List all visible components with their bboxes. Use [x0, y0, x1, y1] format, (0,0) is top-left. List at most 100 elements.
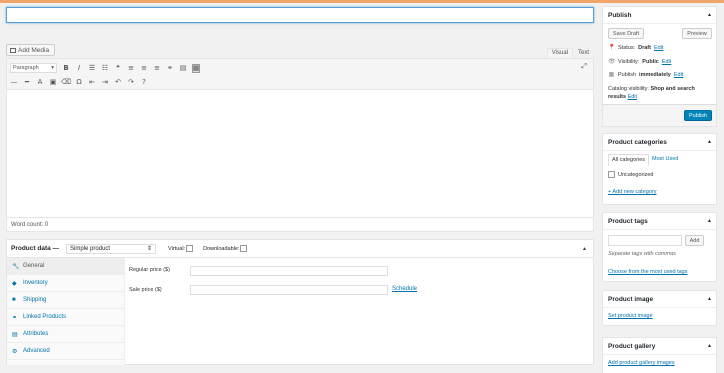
- blockquote-button[interactable]: ❝: [114, 64, 122, 73]
- choose-most-used-tags-link[interactable]: Choose from the most used tags: [608, 269, 687, 275]
- tab-advanced[interactable]: ⚙ Advanced: [7, 343, 124, 360]
- product-data-header: Product data — Simple product ⇕ Virtual:…: [7, 240, 593, 258]
- tab-attributes[interactable]: ▤ Attributes: [7, 326, 124, 343]
- categories-box: Product categories ▲ All categories Most…: [602, 133, 717, 205]
- regular-price-label: Regular price ($): [129, 267, 170, 273]
- add-media-button[interactable]: Add Media: [6, 44, 56, 56]
- bullet-list-button[interactable]: ☰: [88, 64, 96, 73]
- tab-visual[interactable]: Visual: [546, 48, 573, 58]
- visibility-row: 👁 Visibility: Public Edit: [608, 58, 671, 66]
- align-center-button[interactable]: ≡: [140, 64, 148, 73]
- link-icon: ⚭: [12, 314, 18, 321]
- publish-footer: Publish: [603, 104, 716, 126]
- downloadable-option: Downloadable:: [203, 245, 248, 252]
- publish-box: Publish ▲ Save Draft Preview 📍 Status: D…: [602, 6, 717, 127]
- tags-header: Product tags ▲: [603, 213, 716, 230]
- tab-linked-products[interactable]: ⚭ Linked Products: [7, 309, 124, 326]
- collapse-toggle-icon[interactable]: ▲: [707, 218, 712, 224]
- fullscreen-icon[interactable]: ⤢: [581, 63, 587, 71]
- bold-button[interactable]: B: [62, 64, 70, 73]
- increase-indent-button[interactable]: ⇥: [101, 78, 109, 87]
- product-image-header: Product image ▲: [603, 291, 716, 308]
- catalog-visibility-row: Catalog visibility: Shop and search resu…: [608, 85, 713, 101]
- collapse-toggle-icon[interactable]: ▲: [707, 12, 712, 18]
- eye-icon: 👁: [608, 59, 616, 65]
- decrease-indent-button[interactable]: ⇤: [88, 78, 96, 87]
- sale-price-input[interactable]: [190, 285, 388, 295]
- toolbar-toggle-button[interactable]: ▦: [192, 63, 200, 73]
- chevron-updown-icon: ⇕: [147, 246, 153, 252]
- virtual-option: Virtual:: [168, 245, 194, 252]
- add-tag-button[interactable]: Add: [685, 235, 704, 246]
- admin-top-bar: [0, 0, 724, 3]
- special-character-button[interactable]: Ω: [75, 78, 83, 87]
- categories-header: Product categories ▲: [603, 134, 716, 151]
- horizontal-line-button[interactable]: ━: [23, 78, 31, 87]
- product-gallery-box: Product gallery ▲ Add product gallery im…: [602, 337, 717, 373]
- collapse-toggle-icon[interactable]: ▲: [707, 139, 712, 145]
- categories-title: Product categories: [608, 138, 667, 146]
- regular-price-input[interactable]: [190, 266, 388, 276]
- align-left-button[interactable]: ≡: [127, 64, 135, 73]
- publish-button[interactable]: Publish: [684, 110, 712, 121]
- wrench-icon: 🔧: [12, 263, 20, 270]
- tab-all-categories[interactable]: All categories: [608, 154, 650, 166]
- visibility-edit-link[interactable]: Edit: [662, 59, 671, 65]
- calendar-icon: ▦: [608, 72, 615, 78]
- undo-button[interactable]: ↶: [114, 78, 122, 87]
- category-tabs: All categories Most Used: [608, 154, 681, 166]
- publish-label: Publish: [618, 71, 637, 78]
- product-image-box: Product image ▲ Set product image: [602, 290, 717, 326]
- tab-shipping[interactable]: ■ Shipping: [7, 292, 124, 309]
- add-gallery-images-link[interactable]: Add product gallery images: [608, 360, 675, 366]
- help-button[interactable]: ?: [140, 78, 148, 87]
- collapse-toggle-icon[interactable]: ▲: [707, 296, 712, 302]
- collapse-toggle-icon[interactable]: ▲: [582, 246, 587, 252]
- category-checkbox[interactable]: [608, 171, 615, 178]
- toolbar-row-1: Paragraph ▾ B I ☰ ☷ ❝ ≡ ≡ ≡ ⚭ ▤ ▦: [10, 62, 200, 74]
- paste-text-button[interactable]: ▣: [49, 78, 57, 87]
- truck-icon: ■: [12, 297, 16, 303]
- collapse-toggle-icon[interactable]: ▲: [707, 343, 712, 349]
- product-data-tab-label: Shipping: [23, 297, 47, 303]
- add-new-category-link[interactable]: + Add new category: [608, 189, 656, 195]
- pin-icon: 📍: [608, 45, 616, 51]
- status-edit-link[interactable]: Edit: [654, 45, 663, 51]
- product-type-select[interactable]: Simple product ⇕: [66, 243, 157, 254]
- set-product-image-link[interactable]: Set product image: [608, 313, 653, 319]
- numbered-list-button[interactable]: ☷: [101, 64, 109, 73]
- publish-header: Publish ▲: [603, 7, 716, 24]
- redo-button[interactable]: ↷: [127, 78, 135, 87]
- publish-edit-link[interactable]: Edit: [674, 72, 683, 78]
- strikethrough-button[interactable]: —: [10, 78, 18, 87]
- tab-most-used[interactable]: Most Used: [649, 154, 681, 166]
- tags-title: Product tags: [608, 217, 648, 225]
- format-select[interactable]: Paragraph ▾: [10, 63, 57, 73]
- virtual-checkbox[interactable]: [186, 245, 194, 252]
- tab-text[interactable]: Text: [573, 48, 594, 58]
- tag-input[interactable]: [608, 235, 682, 246]
- product-gallery-header: Product gallery ▲: [603, 338, 716, 355]
- product-image-title: Product image: [608, 295, 654, 303]
- catalog-edit-link[interactable]: Edit: [628, 94, 637, 100]
- save-draft-button[interactable]: Save Draft: [608, 28, 644, 39]
- tags-hint: Separate tags with commas: [608, 251, 676, 257]
- italic-button[interactable]: I: [75, 64, 83, 73]
- tab-general[interactable]: 🔧 General: [7, 258, 124, 275]
- diamond-icon: ◆: [12, 280, 17, 287]
- insert-link-button[interactable]: ⚭: [166, 64, 174, 73]
- clear-formatting-button[interactable]: ⌫: [61, 78, 71, 87]
- align-right-button[interactable]: ≡: [153, 64, 161, 73]
- gear-icon: ⚙: [12, 348, 18, 355]
- downloadable-checkbox[interactable]: [240, 245, 248, 252]
- preview-button[interactable]: Preview: [682, 28, 712, 39]
- product-title-input[interactable]: [6, 7, 594, 23]
- tags-box: Product tags ▲ Add Separate tags with co…: [602, 212, 717, 282]
- publish-timing-value: immediately: [639, 71, 671, 78]
- chevron-down-icon: ▾: [51, 65, 54, 71]
- tab-inventory[interactable]: ◆ Inventory: [7, 275, 124, 292]
- schedule-link[interactable]: Schedule: [392, 286, 417, 292]
- text-color-button[interactable]: A: [36, 78, 44, 87]
- read-more-button[interactable]: ▤: [179, 64, 187, 73]
- product-type-value: Simple product: [70, 245, 111, 252]
